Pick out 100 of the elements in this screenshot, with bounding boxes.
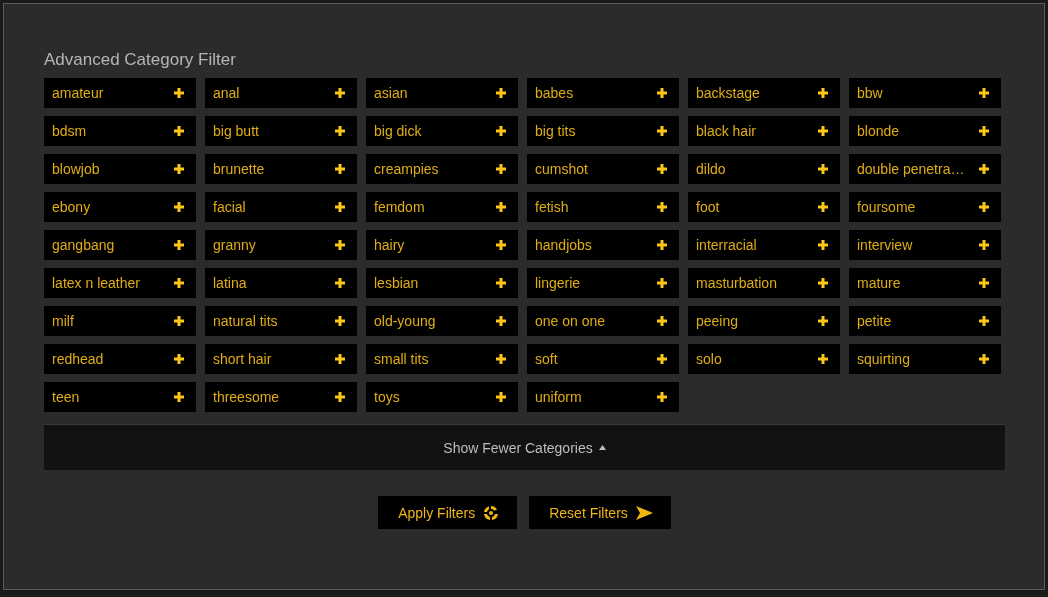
reset-button[interactable]: Reset Filters bbox=[529, 496, 671, 529]
category-chip[interactable]: big butt bbox=[205, 116, 357, 146]
plus-icon bbox=[818, 240, 828, 250]
plus-icon bbox=[335, 240, 345, 250]
apply-button[interactable]: Apply Filters bbox=[378, 496, 518, 529]
plus-icon bbox=[335, 164, 345, 174]
plus-icon bbox=[174, 126, 184, 136]
plus-icon bbox=[335, 126, 345, 136]
category-chip[interactable]: peeing bbox=[688, 306, 840, 336]
category-chip[interactable]: interracial bbox=[688, 230, 840, 260]
plus-icon bbox=[979, 354, 989, 364]
category-chip[interactable]: old-young bbox=[366, 306, 518, 336]
category-chip[interactable]: asian bbox=[366, 78, 518, 108]
toggle-categories-button[interactable]: Show Fewer Categories bbox=[44, 424, 1005, 470]
category-chip[interactable]: bdsm bbox=[44, 116, 196, 146]
category-chip[interactable]: babes bbox=[527, 78, 679, 108]
category-chip[interactable]: foursome bbox=[849, 192, 1001, 222]
plus-icon bbox=[335, 88, 345, 98]
plus-icon bbox=[657, 316, 667, 326]
category-chip[interactable]: soft bbox=[527, 344, 679, 374]
category-chip[interactable]: big dick bbox=[366, 116, 518, 146]
plus-icon bbox=[174, 316, 184, 326]
category-chip[interactable]: natural tits bbox=[205, 306, 357, 336]
category-chip[interactable]: blowjob bbox=[44, 154, 196, 184]
plus-icon bbox=[657, 392, 667, 402]
category-chip[interactable]: creampies bbox=[366, 154, 518, 184]
plus-icon bbox=[979, 88, 989, 98]
plus-icon bbox=[496, 240, 506, 250]
plus-icon bbox=[657, 202, 667, 212]
category-chip[interactable]: small tits bbox=[366, 344, 518, 374]
category-chip[interactable]: lingerie bbox=[527, 268, 679, 298]
category-chip[interactable]: ebony bbox=[44, 192, 196, 222]
category-chip[interactable]: cumshot bbox=[527, 154, 679, 184]
plus-icon bbox=[818, 316, 828, 326]
arrow-icon bbox=[635, 505, 653, 520]
plus-icon bbox=[818, 278, 828, 288]
plus-icon bbox=[335, 392, 345, 402]
category-chip[interactable]: foot bbox=[688, 192, 840, 222]
category-chip[interactable]: redhead bbox=[44, 344, 196, 374]
plus-icon bbox=[335, 278, 345, 288]
plus-icon bbox=[174, 354, 184, 364]
plus-icon bbox=[496, 278, 506, 288]
plus-icon bbox=[979, 164, 989, 174]
category-chip[interactable]: black hair bbox=[688, 116, 840, 146]
plus-icon bbox=[818, 164, 828, 174]
plus-icon bbox=[979, 240, 989, 250]
category-chip[interactable]: handjobs bbox=[527, 230, 679, 260]
category-chip[interactable]: facial bbox=[205, 192, 357, 222]
category-chip[interactable]: milf bbox=[44, 306, 196, 336]
category-chip[interactable]: teen bbox=[44, 382, 196, 412]
category-chip[interactable]: interview bbox=[849, 230, 1001, 260]
category-chip[interactable]: lesbian bbox=[366, 268, 518, 298]
plus-icon bbox=[657, 126, 667, 136]
category-chip[interactable]: backstage bbox=[688, 78, 840, 108]
category-chip[interactable]: brunette bbox=[205, 154, 357, 184]
plus-icon bbox=[657, 164, 667, 174]
category-chip[interactable]: gangbang bbox=[44, 230, 196, 260]
category-chip[interactable]: big tits bbox=[527, 116, 679, 146]
plus-icon bbox=[496, 164, 506, 174]
category-chip[interactable]: anal bbox=[205, 78, 357, 108]
plus-icon bbox=[335, 202, 345, 212]
plus-icon bbox=[335, 316, 345, 326]
category-chip[interactable]: latex n leather bbox=[44, 268, 196, 298]
category-chip[interactable]: threesome bbox=[205, 382, 357, 412]
category-chip[interactable]: bbw bbox=[849, 78, 1001, 108]
plus-icon bbox=[818, 354, 828, 364]
plus-icon bbox=[174, 88, 184, 98]
category-chip[interactable]: squirting bbox=[849, 344, 1001, 374]
plus-icon bbox=[818, 202, 828, 212]
plus-icon bbox=[335, 354, 345, 364]
caret-icon bbox=[598, 445, 606, 450]
category-chip[interactable]: toys bbox=[366, 382, 518, 412]
plus-icon bbox=[979, 126, 989, 136]
category-chip[interactable]: petite bbox=[849, 306, 1001, 336]
plus-icon bbox=[657, 88, 667, 98]
category-chip[interactable]: dildo bbox=[688, 154, 840, 184]
category-chip[interactable]: blonde bbox=[849, 116, 1001, 146]
category-chip[interactable]: short hair bbox=[205, 344, 357, 374]
category-chip[interactable]: fetish bbox=[527, 192, 679, 222]
category-chip[interactable]: one on one bbox=[527, 306, 679, 336]
plus-icon bbox=[174, 164, 184, 174]
plus-icon bbox=[818, 88, 828, 98]
category-chip[interactable]: mature bbox=[849, 268, 1001, 298]
category-chip[interactable]: double penetra… bbox=[849, 154, 1001, 184]
category-chip[interactable]: masturbation bbox=[688, 268, 840, 298]
plus-icon bbox=[979, 202, 989, 212]
plus-icon bbox=[657, 278, 667, 288]
plus-icon bbox=[496, 202, 506, 212]
plus-icon bbox=[174, 278, 184, 288]
category-chip[interactable]: hairy bbox=[366, 230, 518, 260]
plus-icon bbox=[174, 392, 184, 402]
category-chip[interactable]: solo bbox=[688, 344, 840, 374]
category-chip[interactable]: amateur bbox=[44, 78, 196, 108]
dialog-title: Advanced Category Filter bbox=[44, 50, 237, 70]
category-chip[interactable]: latina bbox=[205, 268, 357, 298]
category-chip[interactable]: femdom bbox=[366, 192, 518, 222]
plus-icon bbox=[174, 202, 184, 212]
category-chip[interactable]: granny bbox=[205, 230, 357, 260]
plus-icon bbox=[496, 354, 506, 364]
category-chip[interactable]: uniform bbox=[527, 382, 679, 412]
